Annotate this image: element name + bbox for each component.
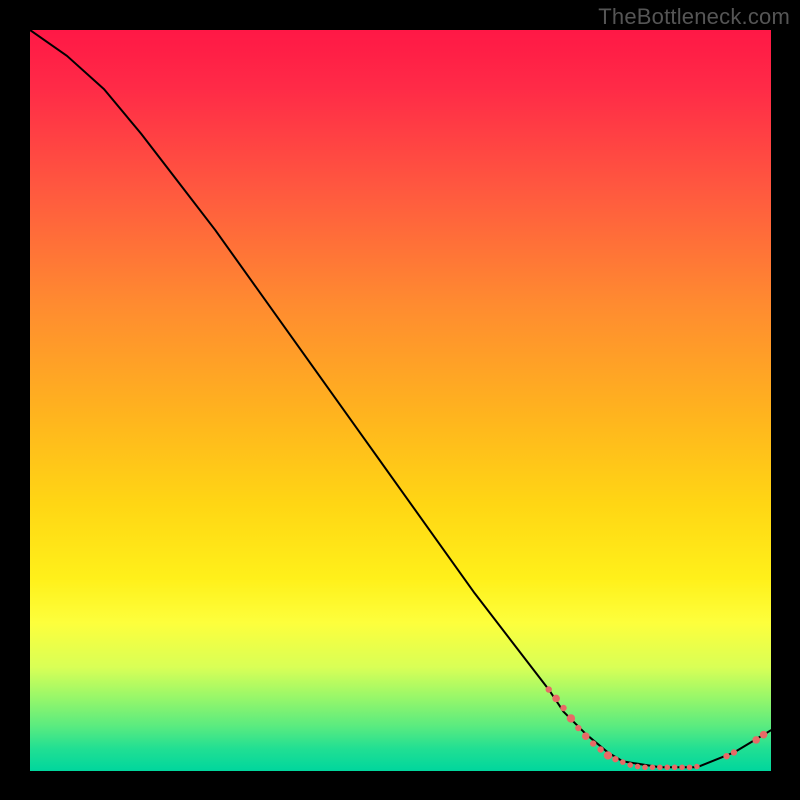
plot-area xyxy=(30,30,771,771)
watermark-text: TheBottleneck.com xyxy=(598,4,790,30)
scatter-point xyxy=(546,686,552,692)
scatter-point xyxy=(567,714,575,722)
scatter-point xyxy=(752,736,760,744)
chart-svg xyxy=(30,30,771,771)
scatter-point xyxy=(687,764,693,770)
scatter-point xyxy=(612,756,618,762)
scatter-point xyxy=(679,764,685,770)
scatter-point xyxy=(597,746,603,752)
scatter-point xyxy=(620,759,626,765)
scatter-point xyxy=(642,764,648,770)
scatter-point xyxy=(635,764,641,770)
scatter-point xyxy=(694,764,700,770)
scatter-point xyxy=(560,705,566,711)
curve-line xyxy=(30,30,771,767)
scatter-point xyxy=(552,695,560,703)
scatter-point xyxy=(575,725,581,731)
scatter-point xyxy=(650,764,656,770)
scatter-point xyxy=(731,749,737,755)
scatter-point xyxy=(723,753,729,759)
scatter-points xyxy=(546,686,768,770)
scatter-point xyxy=(590,740,596,746)
scatter-point xyxy=(760,731,768,739)
scatter-point xyxy=(664,764,670,770)
scatter-point xyxy=(627,762,633,768)
scatter-point xyxy=(604,751,612,759)
scatter-point xyxy=(657,764,663,770)
scatter-point xyxy=(582,732,590,740)
scatter-point xyxy=(672,764,678,770)
chart-frame: TheBottleneck.com xyxy=(0,0,800,800)
